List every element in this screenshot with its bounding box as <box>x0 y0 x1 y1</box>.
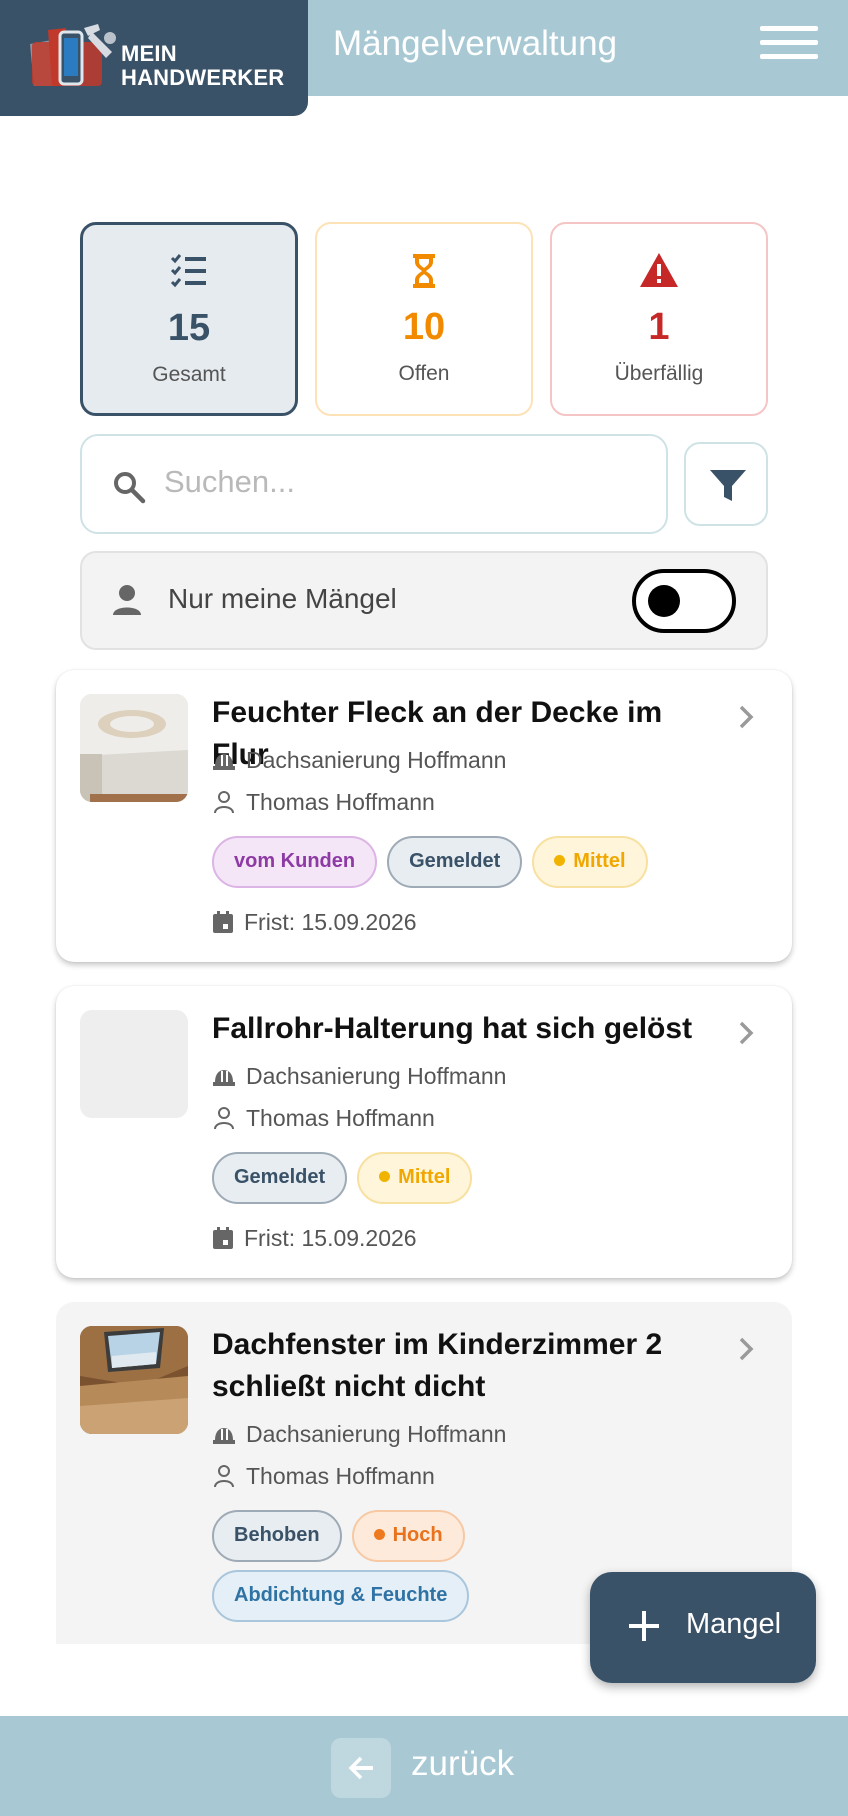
project-name: Dachsanierung Hoffmann <box>246 1063 507 1089</box>
defect-person: Thomas Hoffmann <box>212 1104 435 1132</box>
stat-overdue-value: 1 <box>648 306 670 348</box>
person-icon <box>113 585 141 615</box>
calendar-icon <box>213 1227 233 1249</box>
person-name: Thomas Hoffmann <box>246 1463 435 1489</box>
defect-deadline: Frist: 15.09.2026 <box>212 908 417 936</box>
defect-title: Fallrohr-Halterung hat sich gelöst <box>212 1012 693 1045</box>
back-label[interactable]: zurück <box>411 1744 514 1784</box>
plus-icon <box>629 1611 659 1641</box>
arrow-left-icon <box>348 1756 373 1780</box>
status-badge: Gemeldet <box>387 836 523 888</box>
stat-card-total[interactable]: 15 Gesamt <box>80 222 298 416</box>
project-name: Dachsanierung Hoffmann <box>246 747 507 773</box>
stat-card-open[interactable]: 10 Offen <box>315 222 533 416</box>
defect-photo <box>80 1326 188 1434</box>
status-badge: Behoben <box>212 1510 342 1562</box>
defect-project: Dachsanierung Hoffmann <box>212 746 506 774</box>
source-badge: vom Kunden <box>212 836 378 888</box>
deadline-text: Frist: 15.09.2026 <box>244 1225 417 1251</box>
person-outline-icon <box>214 791 234 814</box>
person-outline-icon <box>214 1465 234 1488</box>
chevron-right-icon <box>739 705 754 729</box>
defect-card[interactable]: Feuchter Fleck an der Decke im Flur Dach… <box>56 670 792 962</box>
stat-open-label: Offen <box>398 362 450 385</box>
stat-overdue-label: Überfällig <box>614 362 704 385</box>
deadline-text: Frist: 15.09.2026 <box>244 909 417 935</box>
search-input[interactable]: Suchen... <box>80 434 668 534</box>
hamburger-menu-icon[interactable] <box>760 26 818 70</box>
page-title: Mängelverwaltung <box>333 24 618 63</box>
status-badge: Gemeldet <box>212 1152 348 1204</box>
defect-person: Thomas Hoffmann <box>212 1462 435 1490</box>
defect-tags: Gemeldet Mittel <box>212 1152 752 1212</box>
bottom-bar: zurück <box>0 1716 848 1816</box>
filter-icon <box>710 470 746 501</box>
hard-hat-icon <box>213 754 235 770</box>
search-icon <box>114 472 146 504</box>
defect-deadline: Frist: 15.09.2026 <box>212 1224 417 1252</box>
stat-total-label: Gesamt <box>152 363 226 386</box>
chevron-right-icon <box>739 1021 754 1045</box>
logo-line-2: HANDWERKER <box>121 65 285 90</box>
calendar-icon <box>213 911 233 933</box>
only-mine-row: Nur meine Mängel <box>80 551 768 650</box>
category-badge: Abdichtung & Feuchte <box>212 1570 470 1622</box>
only-mine-label: Nur meine Mängel <box>168 583 397 614</box>
add-defect-label: Mangel <box>686 1608 782 1640</box>
defect-photo-placeholder <box>80 1010 188 1118</box>
checklist-icon <box>170 254 206 288</box>
person-name: Thomas Hoffmann <box>246 789 435 815</box>
toolbox-logo-icon <box>30 24 116 86</box>
priority-badge: Hoch <box>351 1510 465 1562</box>
warning-icon <box>640 253 678 287</box>
defect-project: Dachsanierung Hoffmann <box>212 1420 506 1448</box>
add-defect-button[interactable]: Mangel <box>590 1572 816 1683</box>
person-name: Thomas Hoffmann <box>246 1105 435 1131</box>
back-button[interactable] <box>331 1738 391 1798</box>
defect-project: Dachsanierung Hoffmann <box>212 1062 506 1090</box>
defect-person: Thomas Hoffmann <box>212 788 435 816</box>
hourglass-icon <box>413 254 435 288</box>
chevron-right-icon <box>739 1337 754 1361</box>
app-logo[interactable]: MEIN HANDWERKER <box>0 0 308 116</box>
search-placeholder: Suchen... <box>164 464 295 499</box>
stat-open-value: 10 <box>402 306 446 348</box>
defect-tags: vom Kunden Gemeldet Mittel <box>212 836 752 896</box>
defect-title: Dachfenster im Kinderzimmer 2 schließt n… <box>212 1328 663 1403</box>
project-name: Dachsanierung Hoffmann <box>246 1421 507 1447</box>
priority-badge: Mittel <box>532 836 648 888</box>
logo-line-1: MEIN <box>121 41 177 66</box>
person-outline-icon <box>214 1107 234 1130</box>
defect-card[interactable]: Fallrohr-Halterung hat sich gelöst Dachs… <box>56 986 792 1278</box>
filter-button[interactable] <box>684 442 768 526</box>
defect-photo <box>80 694 188 802</box>
hard-hat-icon <box>213 1428 235 1444</box>
only-mine-toggle[interactable] <box>632 569 736 633</box>
stat-card-overdue[interactable]: 1 Überfällig <box>550 222 768 416</box>
hard-hat-icon <box>213 1070 235 1086</box>
stat-total-value: 15 <box>167 307 211 349</box>
priority-badge: Mittel <box>357 1152 473 1204</box>
